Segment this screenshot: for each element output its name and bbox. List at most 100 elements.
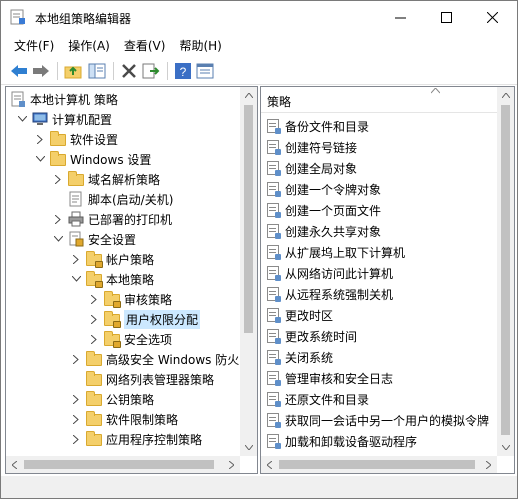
- tree-item-deployed-printers[interactable]: 已部署的打印机: [52, 209, 172, 229]
- policy-row[interactable]: 从扩展坞上取下计算机: [267, 242, 405, 262]
- scroll-right-arrow-icon[interactable]: [223, 456, 240, 473]
- tree-item-security-settings[interactable]: 安全设置: [52, 229, 136, 249]
- chevron-right-icon[interactable]: [70, 353, 82, 365]
- policy-setting-icon: [267, 139, 281, 155]
- scroll-left-arrow-icon[interactable]: [6, 456, 23, 473]
- chevron-right-icon[interactable]: [88, 293, 100, 305]
- tree-item-computer-config[interactable]: 计算机配置: [16, 109, 112, 129]
- chevron-down-icon[interactable]: [34, 153, 46, 165]
- policy-vertical-scroll-thumb[interactable]: [501, 105, 510, 435]
- menu-help[interactable]: 帮助(H): [172, 34, 228, 56]
- folder-icon: [50, 131, 66, 147]
- policy-row[interactable]: 还原文件和目录: [267, 389, 369, 409]
- tree-horizontal-scroll-thumb[interactable]: [24, 460, 214, 469]
- policy-vertical-scrollbar[interactable]: [497, 87, 514, 456]
- minimize-button[interactable]: [377, 1, 423, 33]
- tree-item-user-rights-assignment[interactable]: 用户权限分配: [88, 309, 201, 329]
- maximize-button[interactable]: [423, 1, 469, 33]
- chevron-right-icon[interactable]: [70, 413, 82, 425]
- policy-list-pane: 策略 备份文件和目录 创建符号链接 创建全局对象 创建一个令牌对象创建一个页面文件创建…: [260, 86, 515, 474]
- chevron-down-icon[interactable]: [52, 233, 64, 245]
- tree-item-app-control-policies[interactable]: 应用程序控制策略: [70, 429, 202, 449]
- show-hide-tree-icon: [88, 63, 106, 79]
- scroll-up-arrow-icon[interactable]: [497, 87, 514, 104]
- tree-vertical-scrollbar[interactable]: [240, 87, 257, 456]
- tree-item-public-key-policies[interactable]: 公钥策略: [70, 389, 154, 409]
- policy-name: 获取同一会话中另一个用户的模拟令牌: [285, 413, 490, 428]
- properties-button[interactable]: [195, 61, 215, 81]
- security-settings-icon: [69, 231, 84, 247]
- scroll-left-arrow-icon[interactable]: [261, 456, 278, 473]
- show-hide-tree-button[interactable]: [87, 61, 107, 81]
- chevron-right-icon[interactable]: [70, 393, 82, 405]
- secure-folder-icon: [86, 251, 103, 268]
- tree-item-scripts[interactable]: 脚本(启动/关机): [68, 189, 173, 209]
- chevron-right-icon[interactable]: [34, 133, 46, 145]
- policy-row[interactable]: 创建永久共享对象: [267, 221, 381, 241]
- menu-action[interactable]: 操作(A): [61, 34, 117, 56]
- column-header-label: 策略: [267, 95, 292, 109]
- tree-item-local-policies[interactable]: 本地策略: [70, 269, 154, 289]
- chevron-right-icon[interactable]: [52, 173, 64, 185]
- up-folder-icon: [64, 66, 82, 79]
- scroll-up-arrow-icon[interactable]: [240, 87, 257, 104]
- chevron-right-icon[interactable]: [88, 313, 100, 325]
- policy-row[interactable]: 更改时区: [267, 305, 333, 325]
- tree-item-name-resolution-policy[interactable]: 域名解析策略: [52, 169, 160, 189]
- title-bar[interactable]: 本地组策略编辑器: [1, 1, 517, 33]
- tree-item-windows-settings[interactable]: Windows 设置: [34, 149, 151, 169]
- tree-item-security-options[interactable]: 安全选项: [88, 329, 172, 349]
- folder-icon: [86, 411, 102, 427]
- close-icon: [486, 11, 498, 23]
- policy-row[interactable]: 加载和卸载设备驱动程序: [267, 431, 417, 451]
- tree-item-account-policies[interactable]: 帐户策略: [70, 249, 154, 269]
- export-list-button[interactable]: [141, 61, 161, 81]
- policy-row[interactable]: 创建一个页面文件: [267, 200, 381, 220]
- scroll-right-arrow-icon[interactable]: [480, 456, 497, 473]
- policy-row[interactable]: 创建符号链接: [267, 137, 357, 157]
- tree-item-audit-policy[interactable]: 审核策略: [88, 289, 172, 309]
- tree-item-software-restriction[interactable]: 软件限制策略: [70, 409, 178, 429]
- forward-button[interactable]: [31, 61, 51, 81]
- policy-row[interactable]: 从网络访问此计算机: [267, 263, 393, 283]
- policy-setting-icon: [267, 244, 281, 260]
- chevron-right-icon[interactable]: [70, 253, 82, 265]
- back-button[interactable]: [9, 61, 29, 81]
- policy-horizontal-scroll-thumb[interactable]: [279, 460, 475, 469]
- chevron-right-icon[interactable]: [70, 433, 82, 445]
- tree-item-label: 高级安全 Windows 防火: [106, 352, 240, 367]
- up-one-level-button[interactable]: [63, 61, 83, 81]
- policy-row[interactable]: 从远程系统强制关机: [267, 284, 393, 304]
- menu-view[interactable]: 查看(V): [117, 34, 173, 56]
- properties-icon: [196, 63, 214, 79]
- policy-row[interactable]: 管理审核和安全日志: [267, 368, 393, 388]
- policy-row[interactable]: 创建全局对象: [267, 158, 357, 178]
- folder-icon: [86, 391, 102, 407]
- policy-row[interactable]: 更改系统时间: [267, 326, 357, 346]
- delete-button[interactable]: [119, 61, 139, 81]
- chevron-down-icon[interactable]: [70, 273, 82, 285]
- policy-name: 创建一个页面文件: [285, 203, 382, 218]
- delete-icon: [122, 64, 136, 78]
- chevron-right-icon[interactable]: [52, 213, 64, 225]
- policy-row[interactable]: 关闭系统: [267, 347, 333, 367]
- policy-row[interactable]: 备份文件和目录: [267, 116, 369, 136]
- help-button[interactable]: ?: [173, 61, 193, 81]
- tree-item-local-computer-policy[interactable]: 本地计算机 策略: [10, 89, 118, 109]
- tree-horizontal-scrollbar[interactable]: [6, 456, 240, 473]
- policy-row[interactable]: 获取同一会话中另一个用户的模拟令牌: [267, 410, 489, 430]
- tree-vertical-scroll-thumb[interactable]: [244, 105, 253, 333]
- close-button[interactable]: [469, 1, 515, 33]
- tree-item-label: 安全设置: [88, 232, 137, 247]
- tree-item-advanced-firewall[interactable]: 高级安全 Windows 防火: [70, 349, 239, 369]
- tree-item-software-settings[interactable]: 软件设置: [34, 129, 118, 149]
- policy-row[interactable]: 创建一个令牌对象: [267, 179, 381, 199]
- policy-horizontal-scrollbar[interactable]: [261, 456, 497, 473]
- chevron-right-icon[interactable]: [88, 333, 100, 345]
- scroll-down-arrow-icon[interactable]: [497, 439, 514, 456]
- tree-item-network-list-manager[interactable]: 网络列表管理器策略: [86, 369, 214, 389]
- menu-file[interactable]: 文件(F): [7, 34, 61, 56]
- scroll-down-arrow-icon[interactable]: [240, 439, 257, 456]
- column-header-policy[interactable]: 策略: [261, 87, 498, 113]
- chevron-down-icon[interactable]: [16, 113, 28, 125]
